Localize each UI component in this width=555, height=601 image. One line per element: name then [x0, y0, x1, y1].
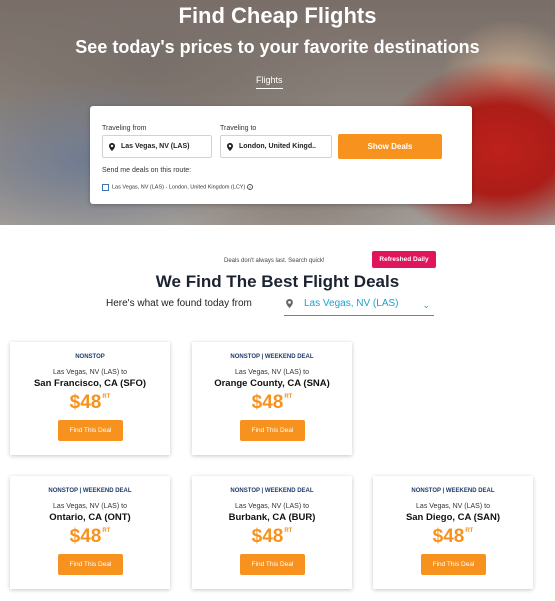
deal-from: Las Vegas, NV (LAS) to — [235, 369, 309, 376]
find-deal-button[interactable]: Find This Deal — [240, 554, 305, 575]
chevron-down-icon: ⌄ — [422, 300, 430, 310]
deal-from: Las Vegas, NV (LAS) to — [416, 503, 490, 510]
send-deals-label: Send me deals on this route: — [102, 167, 192, 174]
refreshed-badge: Refreshed Daily — [372, 251, 436, 268]
deal-card: NONSTOP | WEEKEND DEAL Las Vegas, NV (LA… — [192, 476, 352, 589]
route-option: Las Vegas, NV (LAS) - London, United Kin… — [112, 184, 253, 190]
deals-note: Deals don't always last. Search quick! — [224, 258, 325, 264]
deals-title: We Find The Best Flight Deals — [155, 272, 400, 291]
deal-tag: NONSTOP | WEEKEND DEAL — [230, 354, 314, 360]
location-pin-icon — [227, 143, 233, 151]
deal-tag: NONSTOP | WEEKEND DEAL — [411, 488, 495, 494]
to-field[interactable]: London, United Kingd.. — [220, 135, 332, 158]
deal-card: NONSTOP | WEEKEND DEAL Las Vegas, NV (LA… — [373, 476, 533, 589]
deal-destination: Burbank, CA (BUR) — [228, 512, 316, 523]
hero-title: Find Cheap Flights — [178, 3, 377, 28]
deal-price: $48RT — [432, 526, 474, 547]
deal-destination: Orange County, CA (SNA) — [214, 378, 330, 389]
route-option-label: Las Vegas, NV (LAS) - London, United Kin… — [112, 184, 246, 191]
tab-flights[interactable]: Flights — [256, 75, 283, 89]
location-pin-icon — [286, 299, 293, 308]
round-trip-label: RT — [102, 394, 111, 400]
deal-tag: NONSTOP — [75, 354, 105, 360]
deal-price: $48RT — [251, 392, 293, 413]
round-trip-label: RT — [284, 528, 293, 534]
deal-destination: San Francisco, CA (SFO) — [33, 378, 147, 389]
round-trip-label: RT — [102, 528, 111, 534]
deal-from: Las Vegas, NV (LAS) to — [235, 503, 309, 510]
found-text: Here's what we found today from — [106, 298, 252, 309]
deal-from: Las Vegas, NV (LAS) to — [53, 503, 127, 510]
from-label: Traveling from — [102, 125, 147, 132]
deal-tag: NONSTOP | WEEKEND DEAL — [48, 488, 132, 494]
info-icon[interactable]: ? — [246, 184, 253, 190]
deal-card: NONSTOP | WEEKEND DEAL Las Vegas, NV (LA… — [10, 476, 170, 589]
deal-card: NONSTOP Las Vegas, NV (LAS) to San Franc… — [10, 342, 170, 455]
round-trip-label: RT — [284, 394, 293, 400]
from-field[interactable]: Las Vegas, NV (LAS) — [102, 135, 212, 158]
find-deal-button[interactable]: Find This Deal — [240, 420, 305, 441]
deal-price: $48RT — [69, 392, 111, 413]
deal-destination: San Diego, CA (SAN) — [405, 512, 501, 523]
origin-value: Las Vegas, NV (LAS) — [304, 298, 399, 309]
deal-destination: Ontario, CA (ONT) — [49, 512, 131, 523]
deal-tag: NONSTOP | WEEKEND DEAL — [230, 488, 314, 494]
route-checkbox[interactable] — [102, 184, 109, 191]
deal-price: $48RT — [69, 526, 111, 547]
to-label: Traveling to — [220, 125, 257, 132]
deal-card: NONSTOP | WEEKEND DEAL Las Vegas, NV (LA… — [192, 342, 352, 455]
from-value: Las Vegas, NV (LAS) — [121, 143, 190, 150]
hero-subtitle: See today's prices to your favorite dest… — [75, 37, 480, 57]
find-deal-button[interactable]: Find This Deal — [58, 420, 123, 441]
show-deals-button[interactable]: Show Deals — [338, 134, 442, 159]
deal-from: Las Vegas, NV (LAS) to — [53, 369, 127, 376]
round-trip-label: RT — [465, 528, 474, 534]
find-deal-button[interactable]: Find This Deal — [58, 554, 123, 575]
to-value: London, United Kingd.. — [239, 143, 316, 150]
search-panel: Traveling from Las Vegas, NV (LAS) Trave… — [90, 106, 472, 204]
find-deal-button[interactable]: Find This Deal — [421, 554, 486, 575]
origin-select[interactable]: Las Vegas, NV (LAS) ⌄ — [284, 296, 434, 316]
location-pin-icon — [109, 143, 115, 151]
deal-price: $48RT — [251, 526, 293, 547]
